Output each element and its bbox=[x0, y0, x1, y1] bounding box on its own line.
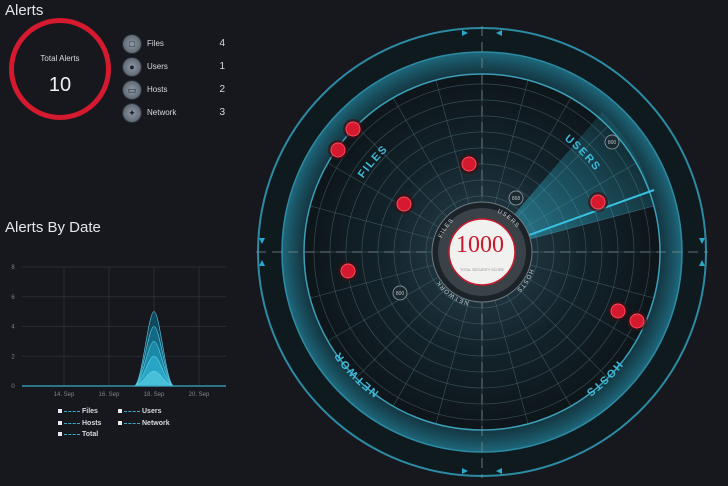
host-icon: ▭ bbox=[123, 81, 141, 99]
y-tick-label: 4 bbox=[11, 325, 15, 331]
score-marker-label: 800 bbox=[608, 140, 617, 146]
legend-network[interactable]: Network bbox=[118, 420, 170, 430]
y-tick-label: 2 bbox=[11, 354, 15, 360]
category-count: 3 bbox=[219, 107, 225, 118]
alert-marker-users[interactable] bbox=[588, 192, 608, 212]
score-marker-label: 868 bbox=[512, 196, 521, 202]
category-row-network[interactable]: ✦ Network 3 bbox=[123, 103, 228, 123]
x-tick-label: 14. Sep bbox=[54, 392, 75, 398]
legend-users[interactable]: Users bbox=[118, 408, 161, 418]
category-label: Files bbox=[147, 39, 164, 48]
series-area-network bbox=[22, 341, 226, 387]
security-score: 1000 bbox=[456, 232, 504, 258]
alert-marker-files[interactable] bbox=[328, 140, 348, 160]
alerts-by-date-chart: 0 2 4 6 8 14. Sep 16. Sep 18. Sep 20. Sep bbox=[11, 265, 226, 398]
category-label: Users bbox=[147, 62, 168, 71]
y-tick-label: 8 bbox=[11, 265, 15, 271]
category-row-hosts[interactable]: ▭ Hosts 2 bbox=[123, 80, 228, 100]
x-tick-label: 18. Sep bbox=[144, 392, 165, 398]
alerts-title: Alerts bbox=[5, 2, 44, 19]
y-tick-label: 6 bbox=[11, 295, 15, 301]
category-label: Hosts bbox=[147, 85, 168, 94]
category-count: 2 bbox=[219, 84, 225, 95]
x-tick-label: 16. Sep bbox=[99, 392, 120, 398]
alert-marker-hosts[interactable] bbox=[627, 311, 647, 331]
alert-marker-files[interactable] bbox=[394, 194, 414, 214]
series-area-hosts bbox=[22, 355, 226, 387]
user-icon: ● bbox=[123, 58, 141, 76]
y-tick-label: 0 bbox=[11, 384, 15, 390]
category-label: Network bbox=[147, 108, 177, 117]
alert-marker-network[interactable] bbox=[338, 261, 358, 281]
total-alerts-donut bbox=[9, 18, 111, 120]
legend-hosts[interactable]: Hosts bbox=[58, 420, 101, 430]
series-area-users bbox=[22, 370, 226, 387]
network-icon: ✦ bbox=[123, 104, 141, 122]
alerts-by-date-title: Alerts By Date bbox=[5, 219, 101, 236]
x-tick-label: 20. Sep bbox=[189, 392, 210, 398]
total-alerts-label: Total Alerts bbox=[40, 54, 80, 63]
score-caption: TOTAL SECURITY SCORE bbox=[460, 268, 505, 272]
category-row-files[interactable]: □ Files 4 bbox=[123, 34, 228, 54]
alert-marker-hosts[interactable] bbox=[608, 301, 628, 321]
category-row-users[interactable]: ● Users 1 bbox=[123, 57, 228, 77]
category-count: 1 bbox=[219, 61, 225, 72]
file-icon: □ bbox=[123, 35, 141, 53]
alert-marker-files[interactable] bbox=[459, 154, 479, 174]
legend-files[interactable]: Files bbox=[58, 408, 98, 418]
series-area-total bbox=[22, 311, 226, 387]
alert-marker-files[interactable] bbox=[343, 119, 363, 139]
total-alerts-value: 10 bbox=[48, 74, 72, 96]
category-count: 4 bbox=[219, 38, 225, 49]
score-marker-label: 800 bbox=[396, 291, 405, 297]
legend-total[interactable]: Total bbox=[58, 431, 98, 441]
